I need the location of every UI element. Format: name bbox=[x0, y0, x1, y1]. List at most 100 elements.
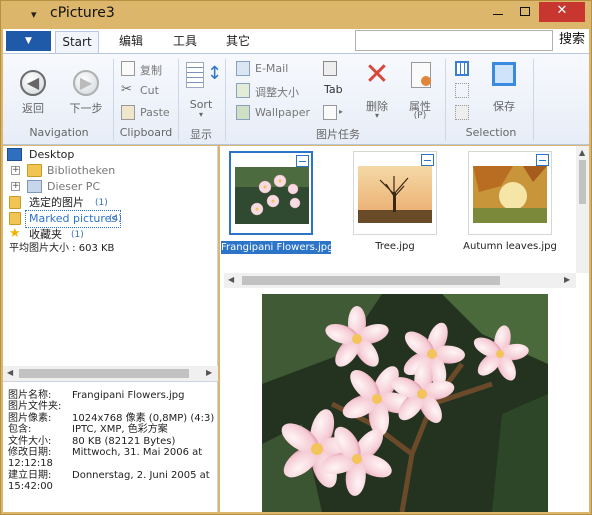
info-key: 图片名称: bbox=[8, 390, 52, 401]
tree-item-count: (1) bbox=[95, 198, 108, 208]
clipboard-icon bbox=[121, 105, 135, 120]
thumbnail-check[interactable] bbox=[421, 154, 434, 166]
close-button[interactable]: ✕ bbox=[539, 2, 585, 22]
tree-item-count: (4) bbox=[109, 214, 122, 224]
cut-button[interactable]: ✂ Cut bbox=[121, 82, 181, 100]
search-input[interactable] bbox=[355, 30, 553, 51]
info-value: 80 KB (82121 Bytes) bbox=[72, 435, 176, 447]
select-none-button[interactable] bbox=[455, 82, 473, 100]
info-value: 12:12:18 bbox=[8, 458, 53, 470]
info-key: 包含: bbox=[8, 424, 32, 436]
sort-arrow-icon: ↕ bbox=[207, 63, 223, 84]
app-menu-button[interactable]: ▼ bbox=[6, 31, 51, 51]
arrow-right-icon: ▶ bbox=[73, 70, 99, 96]
forward-button[interactable]: ▶ 下一步 bbox=[61, 58, 111, 120]
delete-x-icon: ✕ bbox=[364, 57, 390, 92]
save-icon bbox=[492, 62, 516, 86]
info-key: 建立日期: bbox=[8, 469, 52, 481]
divider bbox=[225, 59, 226, 141]
library-icon bbox=[27, 164, 42, 177]
copy-icon bbox=[121, 61, 135, 76]
tab-other[interactable]: 其它 bbox=[216, 31, 260, 53]
tab-tools[interactable]: 工具 bbox=[163, 31, 207, 53]
group-label-navigation: Navigation bbox=[29, 126, 89, 139]
tab-start[interactable]: Start bbox=[55, 31, 99, 53]
scissors-icon: ✂ bbox=[121, 82, 132, 97]
tree-item-label: Marked pictures bbox=[25, 210, 122, 228]
expand-icon[interactable]: + bbox=[11, 166, 20, 175]
scroll-left-icon[interactable]: ◀ bbox=[228, 275, 234, 284]
minimize-icon bbox=[493, 14, 503, 15]
maximize-button[interactable] bbox=[512, 2, 538, 22]
scroll-up-icon[interactable]: ▲ bbox=[579, 148, 585, 157]
resize-icon bbox=[236, 83, 250, 98]
delete-button[interactable]: ✕ 删除 ▾ bbox=[359, 58, 395, 124]
tree-item-label: Dieser PC bbox=[47, 180, 101, 193]
scrollbar-thumb[interactable] bbox=[579, 160, 586, 204]
info-value: Mittwoch, 31. Mai 2006 at bbox=[72, 447, 203, 458]
invert-selection-button[interactable] bbox=[455, 104, 473, 122]
info-key: 图片像素: bbox=[8, 412, 52, 424]
sort-button[interactable]: ↕ Sort ▾ bbox=[183, 58, 223, 124]
thumbnail-image-autumn bbox=[473, 166, 547, 223]
print-button[interactable] bbox=[323, 60, 345, 78]
expand-icon[interactable]: + bbox=[11, 182, 20, 191]
info-value: 15:42:00 bbox=[8, 481, 53, 493]
thumbnails-vertical-scrollbar[interactable]: ▲ bbox=[576, 146, 589, 273]
thumbnail-frame bbox=[353, 151, 437, 235]
tree-horizontal-scrollbar[interactable]: ◀ ▶ bbox=[3, 366, 218, 381]
info-row: 图片像素: 1024x768 像素 (0,8MP) (4:3) bbox=[8, 413, 214, 424]
thumbnail-label: Tree.jpg bbox=[375, 241, 415, 252]
email-button[interactable]: E-Mail bbox=[236, 60, 316, 78]
maximize-icon bbox=[520, 7, 530, 16]
forward-label: 下一步 bbox=[69, 102, 103, 115]
scroll-right-icon[interactable]: ▶ bbox=[206, 368, 212, 377]
wallpaper-button[interactable]: Wallpaper bbox=[236, 104, 316, 122]
copy-button[interactable]: 复制 bbox=[121, 60, 181, 78]
wallpaper-icon bbox=[236, 105, 250, 120]
folder-icon bbox=[9, 196, 21, 209]
paste-button[interactable]: Paste bbox=[121, 104, 181, 122]
scroll-left-icon[interactable]: ◀ bbox=[7, 368, 13, 377]
thumbnails-horizontal-scrollbar[interactable]: ◀ ▶ bbox=[224, 273, 576, 288]
invert-selection-icon bbox=[455, 105, 469, 120]
tree-item-label: Desktop bbox=[29, 148, 75, 161]
scroll-right-icon[interactable]: ▶ bbox=[564, 275, 570, 284]
resize-button[interactable]: 调整大小 bbox=[236, 82, 316, 100]
chevron-down-icon: ▾ bbox=[198, 110, 203, 119]
picture-preview bbox=[262, 294, 548, 512]
tab-edit[interactable]: 编辑 bbox=[109, 31, 153, 53]
picture-info-panel: 图片名称: Frangipani Flowers.jpg 图片文件夹: 图片像素: 10… bbox=[3, 381, 218, 512]
select-all-button[interactable] bbox=[455, 60, 473, 78]
properties-badge-icon bbox=[421, 76, 431, 86]
tree-item-label: 选定的图片 bbox=[29, 196, 84, 209]
cut-label: Cut bbox=[140, 84, 159, 97]
copy-label: 复制 bbox=[140, 64, 162, 77]
desktop-icon bbox=[7, 148, 22, 161]
group-label-clipboard: Clipboard bbox=[119, 126, 173, 139]
back-label: 返回 bbox=[22, 102, 44, 115]
search-button[interactable]: 搜索 bbox=[555, 30, 589, 51]
thumbnail-check[interactable] bbox=[296, 155, 309, 167]
back-button[interactable]: ◀ 返回 bbox=[11, 58, 55, 120]
tab-button[interactable]: Tab bbox=[323, 82, 345, 100]
scrollbar-thumb[interactable] bbox=[19, 369, 189, 378]
properties-shortcut: (P) bbox=[413, 111, 427, 121]
ribbon: ◀ 返回 ▶ 下一步 Navigation 复制 ✂ Cut Paste Cli… bbox=[3, 53, 589, 145]
divider bbox=[445, 59, 446, 141]
properties-button[interactable]: 属性 (P) bbox=[401, 58, 439, 124]
email-icon bbox=[236, 61, 250, 76]
divider bbox=[178, 59, 179, 141]
app-icon[interactable]: ▾ bbox=[31, 9, 37, 20]
info-key: 图片文件夹: bbox=[8, 401, 62, 413]
save-button[interactable]: 保存 bbox=[485, 58, 523, 124]
info-value: 1024x768 像素 (0,8MP) (4:3) bbox=[72, 412, 215, 424]
star-icon: ★ bbox=[9, 226, 21, 241]
open-with-button[interactable]: ▸ bbox=[323, 104, 349, 122]
info-row: 12:12:18 bbox=[8, 458, 53, 469]
minimize-button[interactable] bbox=[485, 2, 511, 22]
thumbnail-check[interactable] bbox=[536, 154, 549, 166]
scrollbar-thumb[interactable] bbox=[242, 276, 500, 285]
thumbnail-image-frangipani bbox=[235, 167, 309, 224]
divider bbox=[113, 59, 114, 141]
